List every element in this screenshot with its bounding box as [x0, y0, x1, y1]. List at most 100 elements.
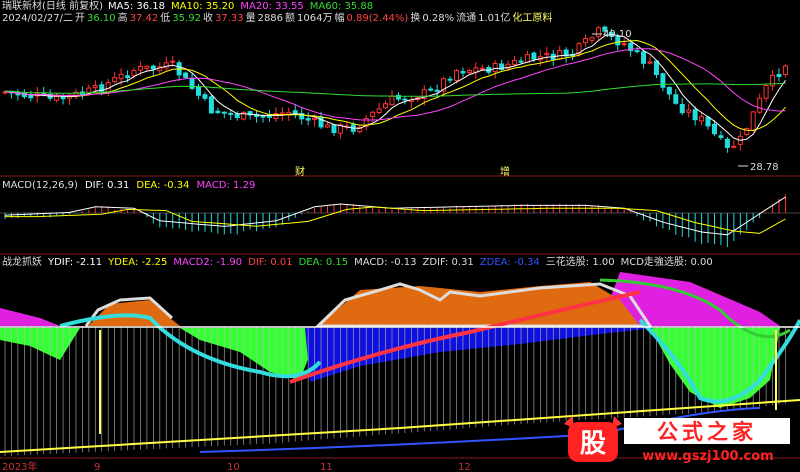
candle-body [763, 85, 769, 99]
candle-body [208, 96, 214, 114]
amt-label: 额 [285, 13, 296, 24]
candle-body [131, 70, 137, 77]
low-value: 35.92 [172, 13, 201, 24]
watermark-url: www.gszj100.com [642, 449, 773, 464]
candle-body [196, 86, 201, 96]
candle-body [621, 43, 627, 46]
candle-body [221, 111, 227, 114]
event-mark-increase[interactable]: 增 [500, 165, 510, 178]
turnover-value: 0.28% [422, 13, 455, 24]
ma-label-3: MA60: 35.88 [309, 1, 374, 12]
indicator-label-3: MACD2: -1.90 [173, 257, 243, 268]
indicator-label-6: MACD: -0.13 [354, 257, 417, 268]
candle-body [118, 73, 124, 80]
blue-area [305, 328, 655, 382]
candle-body [757, 97, 763, 113]
candle-body [479, 67, 485, 70]
stock-chart[interactable]: 40.10 28.78 财 增 2023年 9 10 11 12 [0, 0, 800, 472]
candle-body [402, 98, 408, 101]
vol-label: 量 [245, 13, 256, 24]
indicator-label-5: DEA: 0.15 [298, 257, 349, 268]
app-title[interactable]: 瑞联新材(日线 前复权) [2, 1, 103, 13]
close-value: 37.33 [214, 13, 244, 24]
sector-tag[interactable]: 化工原料 [512, 13, 552, 25]
open-value: 36.10 [87, 13, 116, 24]
candle-body [492, 63, 498, 73]
candle-body [260, 115, 266, 118]
macd-histogram [4, 194, 786, 248]
candle-body [692, 109, 698, 121]
green-area [0, 328, 80, 360]
logo-char: 股 [580, 429, 606, 459]
macd-label-2: DEA: -0.34 [136, 180, 190, 191]
time-label-sep: 9 [94, 462, 100, 472]
close-label: 收 [202, 13, 213, 24]
indicator-label-0: 战龙抓妖 [2, 257, 42, 268]
event-mark-finance[interactable]: 财 [295, 165, 305, 178]
dif-line [4, 196, 786, 236]
indicator-label-8: ZDEA: -0.34 [479, 257, 540, 268]
candle-body [750, 111, 756, 132]
watermark-text: 公式之家 [657, 420, 757, 444]
candle-body [557, 50, 563, 60]
float-label: 流通 [456, 13, 477, 24]
candle-body [679, 103, 685, 114]
macd-label-3: MACD: 1.29 [196, 180, 256, 191]
candle-body [144, 65, 150, 69]
candle-body [531, 52, 537, 60]
candle-body [512, 59, 518, 65]
candle-body [524, 54, 530, 63]
candle-body [466, 69, 472, 73]
candle-body [183, 72, 189, 78]
info-line: 2024/02/27/二 开 36.10 高 37.42 低 35.92 收 37.33… [2, 13, 552, 25]
candle-body [589, 37, 595, 41]
candle-body [776, 74, 782, 77]
candle-body [125, 75, 131, 79]
candle-body [660, 73, 666, 88]
candle-body [305, 118, 311, 121]
candle-body [266, 115, 272, 118]
high-value: 37.42 [129, 13, 159, 24]
candle-body [202, 94, 208, 99]
low-mark: 28.78 [750, 162, 779, 173]
candle-body [666, 86, 672, 95]
candle-body [150, 65, 156, 70]
ma-legend: MA5: 36.18 MA10: 35.20 MA20: 33.55 MA60: 35… [108, 1, 373, 13]
candle-body [234, 113, 240, 119]
candle-body [370, 111, 376, 118]
ma-label-1: MA10: 35.20 [171, 1, 235, 12]
high-mark: 40.10 [603, 29, 632, 40]
candle-body [595, 27, 601, 37]
candle-body [544, 52, 550, 56]
candle-body [705, 116, 711, 127]
candle-body [228, 112, 234, 115]
watermark: 股 公式之家 www.gszj100.com [558, 414, 794, 466]
candle-body [583, 38, 588, 44]
candle-body [112, 77, 118, 83]
candle-body [312, 117, 318, 120]
candle-body [718, 135, 724, 139]
candle-body [460, 71, 466, 74]
candle-body [54, 96, 60, 101]
candle-body [647, 61, 653, 64]
open-label: 开 [75, 13, 86, 24]
candle-body [447, 78, 453, 81]
macd-lines [4, 196, 786, 236]
candle-body [331, 124, 337, 134]
candle-body [163, 62, 169, 69]
candle-body [434, 89, 440, 92]
candle-body [673, 94, 679, 104]
candle-body [634, 50, 640, 53]
candle-body [454, 70, 459, 81]
macd-legend: MACD(12,26,9) DIF: 0.31 DEA: -0.34 MACD: 1.… [2, 180, 255, 192]
candle-body [653, 60, 659, 75]
candle-body [712, 123, 717, 135]
low-label: 低 [160, 13, 171, 24]
candle-body [641, 51, 647, 64]
candle-body [92, 84, 98, 89]
macd-label-0: MACD(12,26,9) [2, 180, 78, 191]
indicator-label-10: MCD走強选股: 0.00 [620, 257, 713, 268]
candle-body [318, 116, 324, 128]
candle-body [383, 103, 389, 109]
turnover-label: 换 [410, 13, 421, 24]
